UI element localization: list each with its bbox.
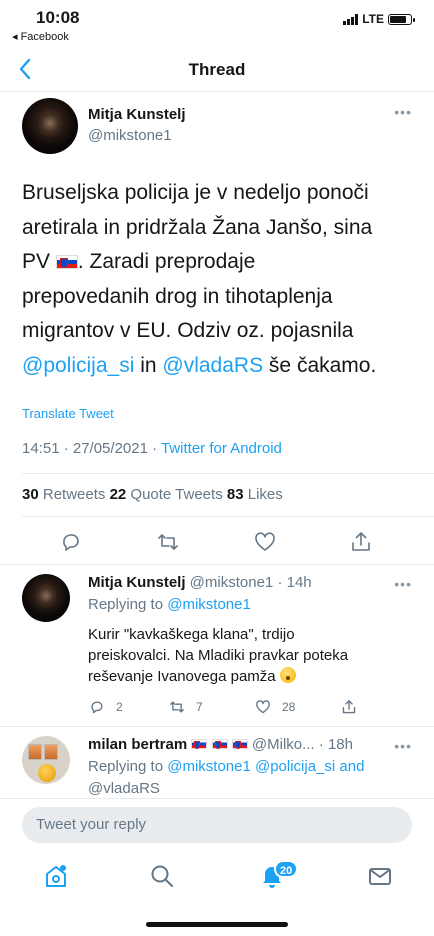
- status-indicators: LTE: [343, 12, 415, 26]
- avatar-detail: [44, 744, 58, 760]
- status-bar: 10:08 ◂ Facebook LTE: [0, 0, 434, 46]
- author-name[interactable]: Mitja Kunstelj: [88, 106, 186, 123]
- tweet-text-line: PV . Zaradi preprodaje: [22, 245, 422, 280]
- author-handle-time[interactable]: @Milko... · 18h: [248, 736, 353, 753]
- reply-header: Mitja Kunstelj @mikstone1 · 14h: [88, 574, 312, 591]
- mention-link[interactable]: @policija_si: [22, 354, 134, 377]
- source-link[interactable]: Twitter for Android: [161, 440, 282, 457]
- reply-header: milan bertram @Milko... · 18h: [88, 736, 353, 753]
- mention-link[interactable]: @mikstone1 @policija_si and: [167, 758, 364, 775]
- emoji-face-icon: [279, 667, 296, 683]
- retweet-action[interactable]: 7: [168, 698, 203, 716]
- reply-tweet[interactable]: milan bertram @Milko... · 18h ••• Replyi…: [0, 728, 434, 798]
- slovenia-flag-icon: [211, 739, 228, 749]
- reply-icon[interactable]: [88, 698, 106, 716]
- divider: [0, 564, 434, 565]
- divider: [22, 516, 434, 517]
- home-indicator[interactable]: [146, 922, 288, 927]
- timestamp: 14:51 · 27/05/2021 ·: [22, 440, 161, 457]
- quote-tweets-stat[interactable]: 22 Quote Tweets: [110, 486, 227, 503]
- like-count: 28: [282, 700, 296, 714]
- avatar[interactable]: [22, 574, 70, 622]
- tweet-text-line: aretirala in pridržala Žana Janšo, sina: [22, 215, 373, 239]
- author-name[interactable]: milan bertram: [88, 736, 187, 753]
- tweet-meta: 14:51 · 27/05/2021 · Twitter for Android: [22, 440, 282, 457]
- avatar[interactable]: [22, 736, 70, 784]
- reply-composer: Tweet your reply: [0, 798, 434, 852]
- slovenia-flag-icon: [191, 739, 208, 749]
- likes-stat[interactable]: 83 Likes: [227, 486, 283, 503]
- avatar-detail: [38, 764, 56, 782]
- tweet-text-line: prepovedanih drog in tihotaplenja: [22, 284, 333, 308]
- author-handle[interactable]: @mikstone1: [88, 127, 172, 144]
- more-options-icon[interactable]: •••: [394, 576, 412, 592]
- slovenia-flag-icon: [55, 255, 78, 269]
- reply-icon[interactable]: [58, 529, 84, 555]
- retweet-icon[interactable]: [168, 698, 186, 716]
- page-title: Thread: [188, 60, 246, 79]
- slovenia-flag-icon: [231, 739, 248, 749]
- share-icon[interactable]: [340, 698, 358, 716]
- retweet-count: 7: [196, 700, 203, 714]
- reply-text-line: Kurir "kavkaškega klana", trdijo: [88, 626, 295, 643]
- avatar[interactable]: [22, 98, 78, 154]
- notification-badge: 20: [274, 860, 299, 878]
- tweet-text: Bruseljska policija je v nedeljo ponoči …: [22, 176, 422, 383]
- avatar-detail: [28, 744, 42, 760]
- like-heart-icon[interactable]: [254, 698, 272, 716]
- back-to-app-link[interactable]: ◂ Facebook: [12, 30, 69, 43]
- text-fragment: reševanje Ivanovega pamža: [88, 668, 280, 685]
- replying-to: Replying to @mikstone1: [88, 596, 251, 613]
- engagement-stats: 30 Retweets 22 Quote Tweets 83 Likes: [22, 486, 283, 503]
- tweet-actions: [0, 522, 434, 562]
- messages-envelope-icon[interactable]: [366, 862, 394, 890]
- reply-text: Kurir "kavkaškega klana", trdijo preisko…: [88, 624, 418, 687]
- retweet-icon[interactable]: [155, 529, 181, 555]
- more-options-icon[interactable]: •••: [394, 104, 412, 120]
- reply-actions: 2 7 28: [88, 698, 388, 720]
- reply-text-line: reševanje Ivanovega pamža: [88, 666, 418, 687]
- text-fragment: Replying to: [88, 758, 168, 775]
- text-fragment: PV: [22, 250, 56, 273]
- divider: [22, 473, 434, 474]
- author-name[interactable]: Mitja Kunstelj: [88, 574, 186, 591]
- reply-input[interactable]: Tweet your reply: [22, 807, 412, 843]
- top-nav-bar: Thread: [0, 48, 434, 92]
- divider: [0, 726, 434, 727]
- translate-tweet-link[interactable]: Translate Tweet: [22, 406, 114, 421]
- author-handle-time[interactable]: @mikstone1 · 14h: [186, 574, 312, 591]
- share-action[interactable]: [340, 698, 358, 716]
- text-fragment: . Zaradi preprodaje: [77, 250, 256, 273]
- text-fragment: še čakamo.: [263, 353, 377, 377]
- network-label: LTE: [362, 12, 384, 26]
- tweet-text-line: Bruseljska policija je v nedeljo ponoči: [22, 181, 369, 204]
- battery-icon: [388, 13, 415, 25]
- replying-to: Replying to @mikstone1 @policija_si and: [88, 758, 364, 775]
- share-icon[interactable]: [348, 529, 374, 555]
- mention-link[interactable]: @mikstone1: [167, 596, 251, 613]
- signal-icon: [343, 13, 359, 25]
- status-time: 10:08: [36, 8, 80, 27]
- reply-action[interactable]: 2: [88, 698, 123, 716]
- tweet-text-line: migrantov v EU. Odziv oz. pojasnila: [22, 319, 354, 342]
- mention-link[interactable]: @vladaRS: [162, 354, 263, 377]
- home-icon[interactable]: [42, 862, 70, 890]
- mention-link[interactable]: @vladaRS: [88, 780, 160, 797]
- text-fragment: Replying to: [88, 596, 168, 613]
- tweet-text-line: @policija_si in @vladaRS še čakamo.: [22, 349, 422, 384]
- search-icon[interactable]: [148, 862, 176, 890]
- retweets-stat[interactable]: 30 Retweets: [22, 486, 110, 503]
- reply-count: 2: [116, 700, 123, 714]
- like-action[interactable]: 28: [254, 698, 295, 716]
- text-fragment: in: [134, 353, 163, 377]
- more-options-icon[interactable]: •••: [394, 738, 412, 754]
- like-heart-icon[interactable]: [252, 529, 278, 555]
- reply-text-line: preiskovalci. Na Mladiki pravkar poteka: [88, 647, 349, 664]
- bottom-tab-bar: [0, 852, 434, 902]
